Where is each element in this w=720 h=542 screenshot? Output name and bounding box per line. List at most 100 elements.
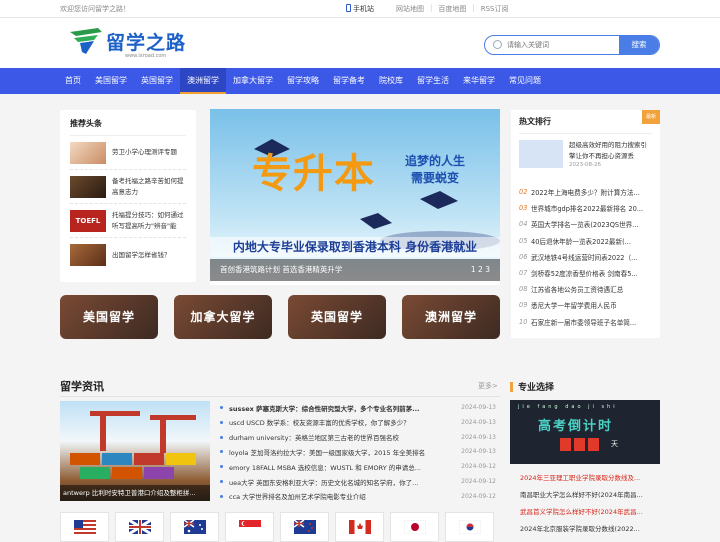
flag-australia[interactable]: [170, 512, 219, 542]
caption-text: 首创香港筑路计划 首选香港精英升学: [220, 265, 343, 274]
ranking-title: 热文排行: [519, 116, 652, 134]
news-title: uscd USCD 数学系：校友资源丰富的优秀学校，你了解多少？: [229, 419, 410, 428]
ranking-panel: 最新 热文排行 超级高效好用的阻力搜索引擎让你不再担心资源丢 2023-08-2…: [511, 110, 660, 338]
rank-title: 悉尼大学一年留学费用人民币: [531, 302, 617, 311]
news-more-link[interactable]: 更多>: [478, 381, 498, 391]
nav-exam-prep[interactable]: 留学备考: [326, 68, 372, 94]
nav-australia[interactable]: 澳洲留学: [180, 68, 226, 94]
rank-number: 05: [519, 236, 528, 245]
search-input[interactable]: [507, 38, 607, 52]
mobile-site-link[interactable]: 手机站: [346, 4, 374, 14]
nav-home[interactable]: 首页: [58, 68, 88, 94]
tile-canada-study[interactable]: 加拿大留学: [174, 295, 272, 339]
divider: [60, 396, 500, 397]
new-badge: 最新: [642, 110, 660, 124]
news-item[interactable]: sussex 萨塞克斯大学：综合性研究型大学，多个专业名列前茅... 2024-0…: [220, 400, 496, 415]
welcome-text: 欢迎您访问留学之路！: [60, 5, 130, 13]
news-item[interactable]: durham university：英格兰地区第三古老的世界百强名校 2024-0…: [220, 430, 496, 445]
top-bar: 欢迎您访问留学之路！ 手机站 网站地图 | 百度地图 | RSS订阅: [0, 0, 720, 18]
flag-singapore[interactable]: [225, 512, 274, 542]
canada-flag-icon: [348, 520, 371, 534]
news-date: 2024-09-13: [461, 448, 496, 456]
headline-item[interactable]: 出国留学怎样省钱？: [70, 238, 186, 272]
hero-banner[interactable]: 专升本 追梦的人生 需要蜕变 内地大专毕业保录取到香港本科 身份香港就业 首创香港…: [210, 109, 500, 285]
ranking-item[interactable]: 09 悉尼大学一年留学费用人民币: [519, 297, 652, 313]
bullet-icon: [220, 465, 223, 469]
tile-uk-study[interactable]: 英国留学: [288, 295, 386, 339]
ranking-item[interactable]: 06 武汉地铁4号线运营时间表2022（...: [519, 249, 652, 265]
news-item[interactable]: uscd USCD 数学系：校友资源丰富的优秀学校，你了解多少？ 2024-09-…: [220, 415, 496, 430]
rank-title: 江苏省各地公务员工资待遇汇总: [531, 286, 624, 295]
nav-faq[interactable]: 常见问题: [502, 68, 548, 94]
news-feature-image[interactable]: antwerp 比利时安特卫普港口介绍及整柜拼...: [60, 401, 210, 501]
slide-dots[interactable]: 1 2 3: [471, 259, 490, 281]
search-button[interactable]: 搜索: [619, 36, 659, 54]
headline-text: 备考托福之路辛苦如何提高意志力: [112, 176, 184, 196]
rank-title: 石家庄新一届市委领导班子名单简...: [531, 318, 637, 327]
flag-canada[interactable]: [335, 512, 384, 542]
flag-us[interactable]: [60, 512, 109, 542]
flag-japan[interactable]: [390, 512, 439, 542]
rank-title: 剑桥春52度凉香型价格表 剑南春5...: [531, 270, 638, 279]
major-item[interactable]: 2024年北京服装学院录取分数线(2022...: [520, 521, 660, 537]
ranking-item[interactable]: 10 石家庄新一届市委领导班子名单简...: [519, 314, 652, 330]
ranking-item[interactable]: 05 40后退休年龄一览表2022最新(...: [519, 233, 652, 249]
major-item[interactable]: 武昌首义学院怎么样好不好(2024年武昌...: [520, 504, 660, 520]
sitemap-link[interactable]: 网站地图: [396, 4, 424, 14]
singapore-flag-icon: [238, 520, 261, 534]
news-image-caption: antwerp 比利时安特卫普港口介绍及整柜拼...: [60, 485, 210, 501]
major-item[interactable]: 南昌职业大学怎么样好不好(2024年南昌...: [520, 487, 660, 503]
main-nav: 首页 美国留学 英国留学 澳洲留学 加拿大留学 留学攻略 留学备考 院校库 留学…: [0, 68, 720, 94]
new-zealand-flag-icon: [293, 520, 316, 534]
ranking-item[interactable]: 03 世界城市gdp排名2022最新排名 20...: [519, 200, 652, 216]
ranking-top-title: 超级高效好用的阻力搜索引擎让你不再担心资源丢: [569, 141, 647, 160]
flag-uk[interactable]: [115, 512, 164, 542]
search-icon: [493, 40, 502, 49]
countdown-day-unit: 天: [611, 440, 618, 448]
news-item[interactable]: cca 大学世界排名及加州艺术学院电影专业介绍 2024-09-12: [220, 489, 496, 504]
ranking-item[interactable]: 02 2022年上海电费多少？附计算方法...: [519, 184, 652, 200]
australia-flag-icon: [183, 520, 206, 534]
headlines-title: 推荐头条: [70, 118, 186, 136]
major-item[interactable]: 2024年三亚理工职业学院录取分数线及...: [520, 470, 660, 486]
nav-uk[interactable]: 英国留学: [134, 68, 180, 94]
news-item[interactable]: uea大学 英国东安格利亚大学：历史文化名城的知名学府，你了... 2024-09…: [220, 474, 496, 489]
tile-australia-study[interactable]: 澳洲留学: [402, 295, 500, 339]
news-date: 2024-09-12: [461, 478, 496, 485]
news-section-title: 留学资讯: [60, 380, 104, 393]
nav-student-life[interactable]: 留学生活: [410, 68, 456, 94]
nav-schools[interactable]: 院校库: [372, 68, 410, 94]
nav-canada[interactable]: 加拿大留学: [226, 68, 280, 94]
ranking-top-item[interactable]: 超级高效好用的阻力搜索引擎让你不再担心资源丢 2023-08-26: [519, 140, 652, 184]
site-logo[interactable]: 留学之路 www.lxroad.com: [68, 26, 193, 60]
bullet-icon: [220, 480, 223, 483]
headline-item[interactable]: 劳卫小学心理测评专题: [70, 136, 186, 170]
ranking-item[interactable]: 08 江苏省各地公务员工资待遇汇总: [519, 281, 652, 297]
news-title: durham university：英格兰地区第三古老的世界百强名校: [229, 434, 399, 443]
rss-link[interactable]: RSS订阅: [481, 4, 509, 14]
news-item[interactable]: emory 18FALL MSBA 选校信息：WUSTL 和 EMORY 的申请…: [220, 459, 496, 474]
nav-study-in-china[interactable]: 来华留学: [456, 68, 502, 94]
search-box: 搜索: [484, 35, 660, 55]
news-date: 2024-09-13: [461, 433, 496, 441]
headline-item[interactable]: TOEFL 托福提分技巧：如何通过听写提高听力"辨音"能: [70, 204, 186, 238]
nav-us[interactable]: 美国留学: [88, 68, 134, 94]
banner-headline: 专升本: [252, 151, 375, 197]
headline-thumbnail: [70, 141, 106, 164]
ranking-item[interactable]: 04 英国大学排名一览表(2023QS世界...: [519, 216, 652, 232]
news-title: emory 18FALL MSBA 选校信息：WUSTL 和 EMORY 的申请…: [229, 463, 421, 472]
ranking-item[interactable]: 07 剑桥春52度凉香型价格表 剑南春5...: [519, 265, 652, 281]
flag-korea[interactable]: [445, 512, 494, 542]
flag-new-zealand[interactable]: [280, 512, 329, 542]
divider: |: [472, 4, 475, 12]
tile-us-study[interactable]: 美国留学: [60, 295, 158, 339]
headline-item[interactable]: 备考托福之路辛苦如何提高意志力: [70, 170, 186, 204]
nav-guide[interactable]: 留学攻略: [280, 68, 326, 94]
rank-number: 07: [519, 269, 528, 278]
news-item[interactable]: loyola 芝加哥洛约拉大学：美国一级国家级大学，2015 年全美排名 2024…: [220, 444, 496, 459]
baidu-map-link[interactable]: 百度地图: [438, 4, 466, 14]
news-date: 2024-09-12: [461, 463, 496, 471]
headline-thumbnail: TOEFL: [70, 209, 106, 232]
major-feature-image[interactable]: jie fang dao ji shi 高考倒计时 天: [510, 400, 660, 464]
banner-slogan: 追梦的人生 需要蜕变: [405, 153, 465, 187]
